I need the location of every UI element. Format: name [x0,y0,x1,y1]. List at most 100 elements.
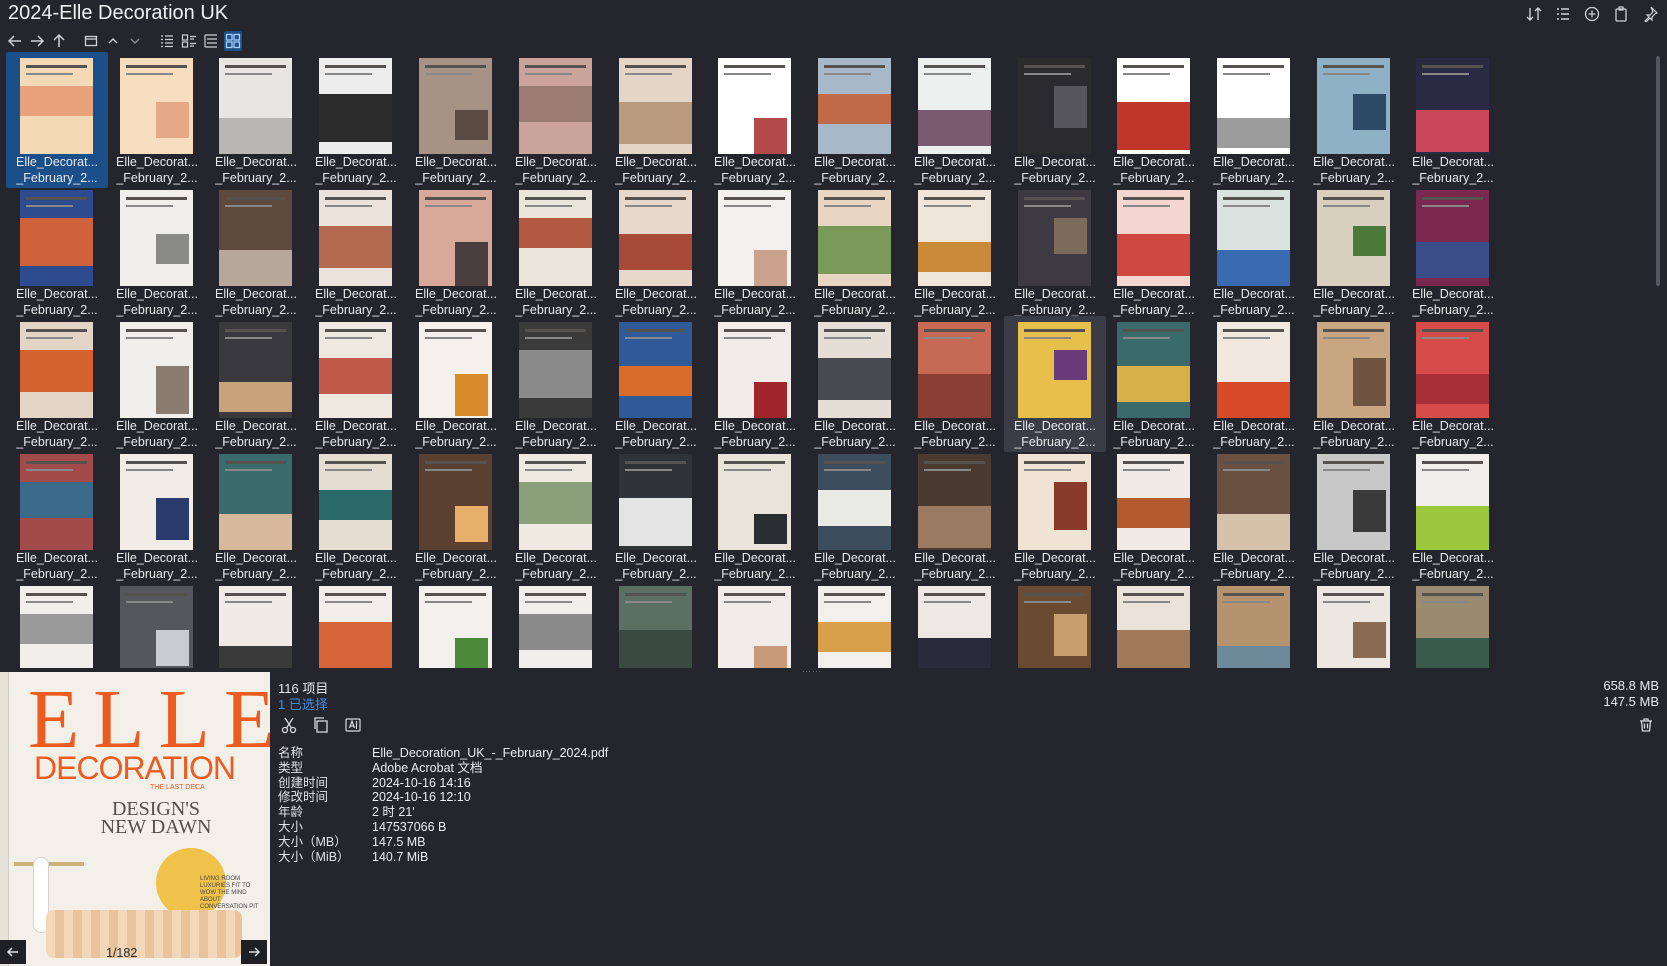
up-arrow-icon[interactable] [50,31,68,51]
file-thumbnail[interactable]: Elle_Decorat... _February_2... [505,184,607,320]
file-thumbnail[interactable]: Elle_Decorat... _February_2... [804,184,906,320]
file-thumbnail[interactable]: Elle_Decorat... _February_2... [1103,184,1205,320]
file-thumbnail[interactable]: Elle_Decorat... _February_2... [1402,52,1504,188]
chevron-down-icon[interactable] [126,31,144,51]
file-thumbnail[interactable]: Elle_Decorat... _February_2... [6,52,108,188]
file-thumbnail[interactable]: Elle_Decorat... _February_2... [605,52,707,188]
file-thumbnail[interactable]: Elle_Decorat... _February_2... [305,448,407,584]
file-thumbnail[interactable]: Elle_Decorat... _February_2... [305,184,407,320]
tree-view-icon[interactable] [202,31,220,51]
file-thumbnail[interactable]: Elle_Decorat... _February_2... [1303,52,1405,188]
details-view-icon[interactable] [180,31,198,51]
file-thumbnail[interactable]: Elle_Decorat... _February_2... [605,184,707,320]
file-thumbnail[interactable]: Elle_Decorat... _February_2... [704,316,806,452]
property-value[interactable]: Elle_Decoration_UK_-_February_2024.pdf [372,746,608,761]
file-thumbnail[interactable]: Elle_Decorat... _February_2... [704,52,806,188]
file-thumbnail[interactable]: Elle_Decorat... _February_2... [904,184,1006,320]
file-thumbnail[interactable]: Elle_Decorat... _February_2... [1203,448,1305,584]
file-thumbnail[interactable] [605,580,707,668]
file-thumbnail[interactable]: Elle_Decorat... _February_2... [106,316,208,452]
property-value[interactable]: 2024-10-16 14:16 [372,776,471,791]
sort-icon[interactable] [1525,5,1543,23]
file-thumbnail[interactable] [1103,580,1205,668]
file-thumbnail[interactable]: Elle_Decorat... _February_2... [305,316,407,452]
property-value[interactable]: 2 时 21' [372,805,415,820]
forward-arrow-icon[interactable] [28,31,46,51]
file-thumbnail[interactable] [1303,580,1405,668]
chevron-up-icon[interactable] [104,31,122,51]
file-thumbnail[interactable]: Elle_Decorat... _February_2... [505,316,607,452]
file-thumbnail[interactable] [6,580,108,668]
file-thumbnail[interactable]: Elle_Decorat... _February_2... [106,184,208,320]
file-thumbnail[interactable]: Elle_Decorat... _February_2... [1203,184,1305,320]
add-icon[interactable] [1583,5,1601,23]
file-thumbnail[interactable] [1004,580,1106,668]
file-thumbnail[interactable]: Elle_Decorat... _February_2... [405,184,507,320]
file-thumbnail[interactable]: Elle_Decorat... _February_2... [405,316,507,452]
file-thumbnail[interactable]: Elle_Decorat... _February_2... [405,52,507,188]
list-view-icon[interactable] [158,31,176,51]
file-thumbnail[interactable] [904,580,1006,668]
file-thumbnail[interactable]: Elle_Decorat... _February_2... [1004,184,1106,320]
file-thumbnail[interactable]: Elle_Decorat... _February_2... [205,184,307,320]
property-value[interactable]: 147.5 MB [372,835,426,850]
file-thumbnail[interactable]: Elle_Decorat... _February_2... [904,448,1006,584]
file-thumbnail[interactable]: Elle_Decorat... _February_2... [405,448,507,584]
file-thumbnail[interactable]: Elle_Decorat... _February_2... [505,52,607,188]
file-thumbnail[interactable] [405,580,507,668]
file-thumbnail[interactable] [505,580,607,668]
file-thumbnail[interactable]: Elle_Decorat... _February_2... [1402,184,1504,320]
file-thumbnail[interactable] [205,580,307,668]
file-thumbnail[interactable]: Elle_Decorat... _February_2... [1004,448,1106,584]
scrollbar-thumb[interactable] [1656,56,1660,286]
property-value[interactable]: Adobe Acrobat 文档 [372,761,482,776]
file-thumbnail[interactable]: Elle_Decorat... _February_2... [704,184,806,320]
file-thumbnail[interactable] [305,580,407,668]
file-thumbnail[interactable]: Elle_Decorat... _February_2... [804,52,906,188]
file-thumbnail[interactable]: Elle_Decorat... _February_2... [1103,316,1205,452]
property-value[interactable]: 2024-10-16 12:10 [372,790,471,805]
window-icon[interactable] [82,31,100,51]
file-thumbnail[interactable]: Elle_Decorat... _February_2... [6,184,108,320]
file-thumbnail[interactable]: Elle_Decorat... _February_2... [106,52,208,188]
file-thumbnail[interactable]: Elle_Decorat... _February_2... [1303,316,1405,452]
file-thumbnail[interactable]: Elle_Decorat... _February_2... [1103,52,1205,188]
file-thumbnail[interactable]: Elle_Decorat... _February_2... [205,316,307,452]
back-arrow-icon[interactable] [6,31,24,51]
file-thumbnail[interactable]: Elle_Decorat... _February_2... [1103,448,1205,584]
file-thumbnail[interactable]: Elle_Decorat... _February_2... [6,316,108,452]
selected-count[interactable]: 1 已选择 [278,694,328,713]
file-thumbnail[interactable] [1203,580,1305,668]
property-value[interactable]: 140.7 MiB [372,850,428,865]
file-thumbnail[interactable] [704,580,806,668]
file-thumbnail[interactable]: Elle_Decorat... _February_2... [106,448,208,584]
file-thumbnail[interactable]: Elle_Decorat... _February_2... [505,448,607,584]
file-thumbnail[interactable]: Elle_Decorat... _February_2... [205,52,307,188]
file-thumbnail[interactable]: Elle_Decorat... _February_2... [804,316,906,452]
pin-icon[interactable] [1641,5,1659,23]
file-thumbnail[interactable]: Elle_Decorat... _February_2... [704,448,806,584]
file-thumbnail[interactable]: Elle_Decorat... _February_2... [1303,184,1405,320]
file-thumbnail[interactable]: Elle_Decorat... _February_2... [904,316,1006,452]
copy-icon[interactable] [310,714,332,736]
details-icon[interactable] [1554,5,1572,23]
file-thumbnail[interactable]: Elle_Decorat... _February_2... [904,52,1006,188]
rename-icon[interactable] [342,714,364,736]
scissors-icon[interactable] [278,714,300,736]
clipboard-icon[interactable] [1612,5,1630,23]
file-thumbnail[interactable]: Elle_Decorat... _February_2... [1203,52,1305,188]
property-value[interactable]: 147537066 B [372,820,446,835]
file-thumbnail[interactable]: Elle_Decorat... _February_2... [205,448,307,584]
grid-view-icon[interactable] [224,31,242,51]
vertical-scrollbar[interactable] [1653,52,1665,668]
next-page-button[interactable] [241,940,267,964]
file-thumbnail[interactable]: Elle_Decorat... _February_2... [804,448,906,584]
file-thumbnail[interactable]: Elle_Decorat... _February_2... [1203,316,1305,452]
file-thumbnail[interactable]: Elle_Decorat... _February_2... [1402,316,1504,452]
file-thumbnail[interactable]: Elle_Decorat... _February_2... [1004,52,1106,188]
file-thumbnail[interactable]: Elle_Decorat... _February_2... [1004,316,1106,452]
previous-page-button[interactable] [0,940,26,964]
file-thumbnail[interactable] [106,580,208,668]
file-thumbnail[interactable]: Elle_Decorat... _February_2... [605,448,707,584]
file-thumbnail[interactable]: Elle_Decorat... _February_2... [1303,448,1405,584]
